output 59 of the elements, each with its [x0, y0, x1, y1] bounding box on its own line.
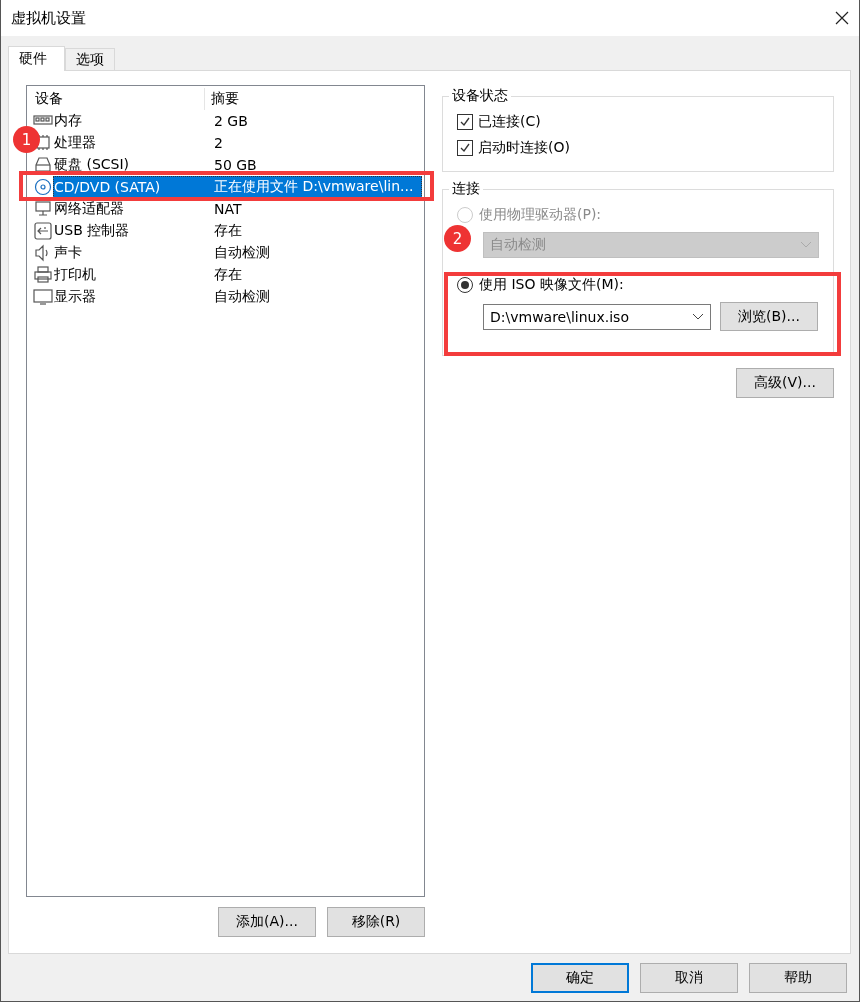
device-name: 网络适配器: [53, 200, 125, 218]
device-row[interactable]: USB 控制器 存在: [53, 220, 422, 242]
device-summary: 50 GB: [213, 157, 257, 173]
monitor-network-icon: [33, 200, 53, 218]
disc-icon: [33, 178, 53, 196]
radio-label: 使用 ISO 映像文件(M):: [479, 276, 624, 294]
tab[interactable]: 硬件: [8, 46, 65, 71]
browse-button[interactable]: 浏览(B)...: [720, 302, 818, 331]
remove-button[interactable]: 移除(R): [327, 907, 425, 937]
close-icon[interactable]: [835, 11, 849, 25]
device-name: 处理器: [53, 134, 97, 152]
checkbox[interactable]: [457, 140, 473, 156]
dropdown-value: D:\vmware\linux.iso: [490, 308, 629, 325]
device-summary: NAT: [213, 201, 242, 217]
dropdown-value: 自动检测: [490, 236, 546, 254]
add-button[interactable]: 添加(A)...: [218, 907, 316, 937]
device-name: CD/DVD (SATA): [53, 179, 162, 195]
tab[interactable]: 选项: [65, 48, 115, 70]
radio-button[interactable]: [457, 277, 473, 293]
device-summary: 2 GB: [213, 113, 248, 129]
dropdown-caret-icon: [800, 241, 812, 249]
device-name: 声卡: [53, 244, 83, 262]
group-title: 连接: [451, 180, 481, 198]
checkbox-label: 启动时连接(O): [478, 139, 570, 157]
monitor-icon: [33, 288, 53, 306]
device-row[interactable]: 硬盘 (SCSI) 50 GB: [53, 154, 422, 176]
column-header[interactable]: 摘要: [205, 88, 422, 110]
device-row[interactable]: CD/DVD (SATA) 正在使用文件 D:\vmware\lin...: [53, 176, 422, 198]
dialog-button[interactable]: 取消: [640, 962, 738, 993]
radio-label: 使用物理驱动器(P):: [479, 206, 602, 224]
device-row[interactable]: 网络适配器 NAT: [53, 198, 422, 220]
device-name: 内存: [53, 112, 83, 130]
device-row[interactable]: 声卡 自动检测: [53, 242, 422, 264]
usb-icon: [33, 222, 53, 240]
printer-icon: [33, 266, 53, 284]
advanced-button[interactable]: 高级(V)...: [736, 368, 834, 398]
device-summary: 存在: [213, 266, 242, 284]
iso-path-dropdown[interactable]: D:\vmware\linux.iso: [483, 303, 711, 330]
device-summary: 正在使用文件 D:\vmware\lin...: [213, 178, 414, 196]
device-row[interactable]: 打印机 存在: [53, 264, 422, 286]
device-summary: 2: [213, 135, 223, 151]
group-title: 设备状态: [451, 87, 509, 105]
dropdown-caret-icon: [692, 312, 704, 321]
checkbox-label: 已连接(C): [478, 113, 541, 131]
device-row[interactable]: 显示器 自动检测: [53, 286, 422, 308]
device-name: USB 控制器: [53, 222, 131, 240]
device-summary: 存在: [213, 222, 242, 240]
device-name: 硬盘 (SCSI): [53, 156, 131, 174]
column-header[interactable]: 设备: [29, 88, 205, 110]
device-summary: 自动检测: [213, 288, 270, 306]
checkbox[interactable]: [457, 114, 473, 130]
device-row[interactable]: 处理器 2: [53, 132, 422, 154]
dialog-button[interactable]: 帮助: [749, 962, 847, 993]
dialog-button[interactable]: 确定: [531, 962, 629, 993]
device-summary: 自动检测: [213, 244, 270, 262]
window-title: 虚拟机设置: [11, 8, 86, 28]
device-name: 显示器: [53, 288, 97, 306]
device-row[interactable]: 内存 2 GB: [53, 110, 422, 132]
device-name: 打印机: [53, 266, 97, 284]
